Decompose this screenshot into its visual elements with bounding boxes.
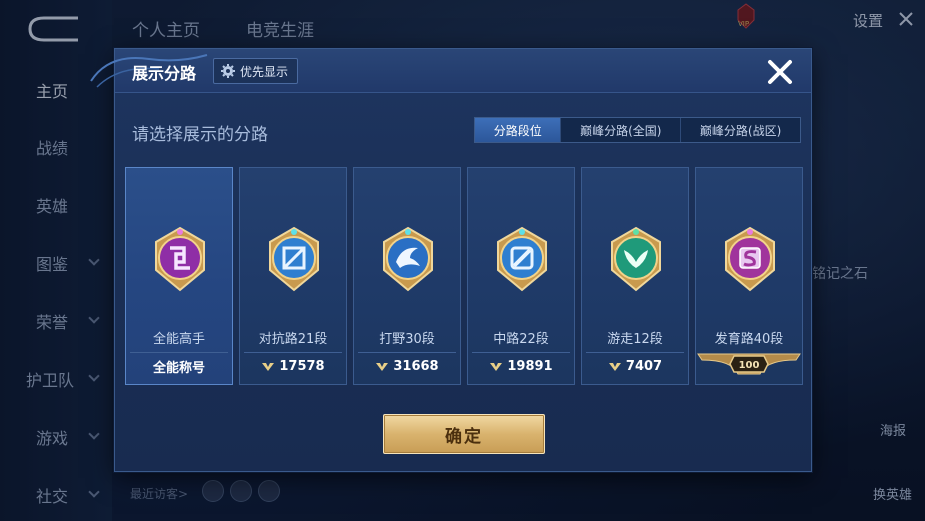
- gear-icon: [221, 64, 235, 78]
- gold-frame-icon: 100: [697, 353, 801, 375]
- dialog-subtitle: 请选择展示的分路: [132, 125, 268, 145]
- jungle-badge-icon: [383, 226, 433, 292]
- lane-name: 对抗路21段: [258, 332, 328, 347]
- priority-display-label: 优先显示: [240, 64, 289, 79]
- lane-score-text: 19891: [507, 359, 553, 374]
- lane-score: 31668: [358, 352, 456, 380]
- dialog-header: 展示分路 优先显示: [90, 49, 811, 93]
- lane-score-text: 31668: [393, 359, 439, 374]
- lane-score-text: 17578: [279, 359, 325, 374]
- farm-lane-badge-icon: [725, 226, 775, 292]
- dialog-title: 展示分路: [132, 64, 197, 83]
- lane-display-dialog: 展示分路 优先显示 请选择展示的分路 分路段位 巅峰分路(全国) 巅峰分路(战区…: [90, 48, 812, 472]
- rank-points-icon: [262, 362, 275, 371]
- lane-card-jungle[interactable]: 打野30段 31668: [353, 167, 461, 385]
- tab-peak-lane-national[interactable]: 巅峰分路(全国): [560, 118, 680, 142]
- lane-score: 7407: [586, 352, 684, 380]
- roam-badge-icon: [611, 226, 661, 292]
- lane-score-text: 全能称号: [152, 361, 205, 376]
- lane-score-text: 100: [739, 360, 760, 371]
- lane-card-farm[interactable]: 发育路40段 100: [695, 167, 803, 385]
- all-round-badge-icon: [155, 226, 205, 292]
- lane-score: 17578: [244, 352, 342, 380]
- tab-peak-lane-region[interactable]: 巅峰分路(战区): [680, 118, 800, 142]
- lane-card-clash[interactable]: 对抗路21段 17578: [239, 167, 347, 385]
- lane-card-mid[interactable]: 中路22段 19891: [467, 167, 575, 385]
- lane-score: 全能称号: [130, 352, 228, 380]
- mid-lane-badge-icon: [497, 226, 547, 292]
- lane-card-all-round[interactable]: 全能高手 全能称号: [125, 167, 233, 385]
- lane-name: 全能高手: [152, 332, 205, 347]
- close-icon[interactable]: [767, 59, 793, 85]
- lane-tabs: 分路段位 巅峰分路(全国) 巅峰分路(战区): [474, 117, 801, 143]
- clash-lane-badge-icon: [269, 226, 319, 292]
- tab-lane-rank[interactable]: 分路段位: [475, 118, 561, 142]
- lane-name: 游走12段: [607, 332, 663, 347]
- rank-points-icon: [490, 362, 503, 371]
- lane-card-roam[interactable]: 游走12段 7407: [581, 167, 689, 385]
- priority-display-button[interactable]: 优先显示: [213, 58, 299, 84]
- lane-score: 19891: [472, 352, 570, 380]
- lane-name: 中路22段: [493, 332, 549, 347]
- lane-name: 打野30段: [379, 332, 435, 347]
- rank-points-icon: [376, 362, 389, 371]
- lane-name: 发育路40段: [714, 332, 784, 347]
- confirm-button[interactable]: 确定: [383, 414, 545, 454]
- lane-cards: 全能高手 全能称号 对抗路21段 17578 打野30段 31668 中路22段…: [125, 167, 805, 385]
- lane-score-text: 7407: [625, 359, 663, 374]
- rank-points-icon: [608, 362, 621, 371]
